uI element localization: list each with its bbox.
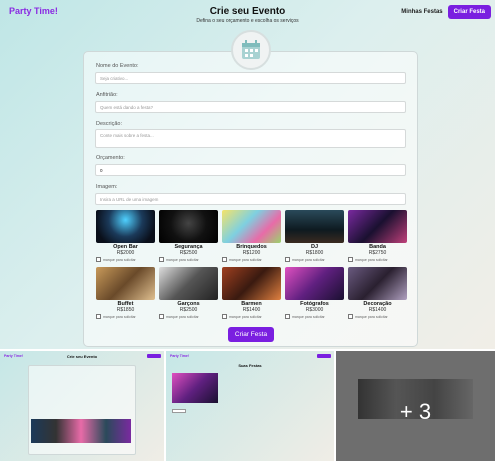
- event-name-label: Nome do Evento:: [96, 63, 139, 69]
- service-checkbox[interactable]: [222, 314, 227, 319]
- mini-nav-button: [317, 354, 331, 358]
- image-url-input[interactable]: Insira a URL de uma imagem: [95, 193, 406, 205]
- checkbox-label: marque para solicitar: [166, 257, 199, 262]
- service-image: [159, 210, 218, 243]
- mini-button: [172, 409, 186, 413]
- main-screenshot: Party Time! Crie seu Evento Defina o seu…: [0, 0, 495, 349]
- budget-input[interactable]: 0: [95, 164, 406, 176]
- service-checkbox-row: marque para solicitar: [285, 314, 344, 319]
- service-price: R$1400: [242, 307, 261, 313]
- checkbox-label: marque para solicitar: [229, 314, 262, 319]
- service-checkbox[interactable]: [348, 314, 353, 319]
- thumbnail-2[interactable]: Party Time! Suas Festas: [166, 351, 334, 461]
- mini-party-image: [172, 373, 218, 403]
- service-checkbox-row: marque para solicitar: [348, 314, 407, 319]
- description-textarea[interactable]: Conte mais sobre a festa...: [95, 129, 406, 148]
- host-input[interactable]: Quem está dando a festa?: [95, 101, 406, 113]
- mini-title: Suas Festas: [238, 363, 262, 368]
- service-card-buffet: Buffet R$1850 marque para solicitar: [96, 267, 155, 319]
- mini-title: Crie seu Evento: [66, 354, 98, 359]
- service-price: R$1800: [305, 250, 324, 256]
- checkbox-label: marque para solicitar: [166, 314, 199, 319]
- create-party-button[interactable]: Criar Festa: [228, 327, 274, 342]
- service-checkbox-row: marque para solicitar: [96, 257, 155, 262]
- service-card-brinquedos: Brinquedos R$1200 marque para solicitar: [222, 210, 281, 262]
- service-card-barmen: Barmen R$1400 marque para solicitar: [222, 267, 281, 319]
- checkbox-label: marque para solicitar: [103, 257, 136, 262]
- service-image: [222, 267, 281, 300]
- service-price: R$1850: [116, 307, 135, 313]
- checkbox-label: marque para solicitar: [103, 314, 136, 319]
- service-image: [348, 267, 407, 300]
- service-card-decoracao: Decoração R$1400 marque para solicitar: [348, 267, 407, 319]
- service-price: R$1200: [242, 250, 261, 256]
- checkbox-label: marque para solicitar: [229, 257, 262, 262]
- host-label: Anfitrião:: [96, 92, 118, 98]
- service-checkbox-row: marque para solicitar: [159, 257, 218, 262]
- thumbnail-more[interactable]: + 3: [336, 351, 495, 461]
- service-checkbox[interactable]: [285, 257, 290, 262]
- service-checkbox[interactable]: [285, 314, 290, 319]
- service-price: R$2500: [179, 307, 198, 313]
- service-price: R$3000: [305, 307, 324, 313]
- checkbox-label: marque para solicitar: [292, 314, 325, 319]
- service-checkbox[interactable]: [348, 257, 353, 262]
- service-card-open-bar: Open Bar R$2000 marque para solicitar: [96, 210, 155, 262]
- budget-label: Orçamento:: [96, 155, 125, 161]
- checkbox-label: marque para solicitar: [292, 257, 325, 262]
- top-nav: Minhas Festas Criar Festa: [401, 5, 491, 19]
- service-image: [348, 210, 407, 243]
- service-checkbox-row: marque para solicitar: [96, 314, 155, 319]
- service-checkbox[interactable]: [159, 314, 164, 319]
- service-checkbox-row: marque para solicitar: [285, 257, 344, 262]
- calendar-icon: [231, 30, 271, 70]
- service-image: [222, 210, 281, 243]
- thumbnail-1[interactable]: Party Time! Crie seu Evento: [0, 351, 164, 461]
- mini-nav-button: [147, 354, 161, 358]
- service-image: [159, 267, 218, 300]
- service-card-banda: Banda R$2750 marque para solicitar: [348, 210, 407, 262]
- service-price: R$2000: [116, 250, 135, 256]
- image-label: Imagem:: [96, 184, 118, 190]
- service-card-garcons: Garçons R$2500 marque para solicitar: [159, 267, 218, 319]
- service-price: R$1400: [368, 307, 387, 313]
- service-card-dj: DJ R$1800 marque para solicitar: [285, 210, 344, 262]
- service-checkbox[interactable]: [96, 257, 101, 262]
- create-party-nav-button[interactable]: Criar Festa: [447, 5, 491, 19]
- mini-brand: Party Time!: [170, 354, 189, 358]
- service-image: [285, 267, 344, 300]
- more-count: + 3: [399, 399, 432, 424]
- service-checkbox[interactable]: [159, 257, 164, 262]
- description-label: Descrição:: [96, 121, 122, 127]
- service-checkbox[interactable]: [222, 257, 227, 262]
- mini-services: [31, 419, 131, 443]
- my-parties-link[interactable]: Minhas Festas: [401, 9, 442, 15]
- service-card-fotografos: Fotógrafos R$3000 marque para solicitar: [285, 267, 344, 319]
- service-checkbox-row: marque para solicitar: [348, 257, 407, 262]
- service-checkbox[interactable]: [96, 314, 101, 319]
- service-image: [96, 267, 155, 300]
- service-checkbox-row: marque para solicitar: [222, 314, 281, 319]
- thumbnail-strip: Party Time! Crie seu Evento Party Time! …: [0, 349, 495, 461]
- event-name-input[interactable]: Seja criativo...: [95, 72, 406, 84]
- checkbox-label: marque para solicitar: [355, 314, 388, 319]
- service-image: [96, 210, 155, 243]
- service-price: R$2500: [179, 250, 198, 256]
- checkbox-label: marque para solicitar: [355, 257, 388, 262]
- service-checkbox-row: marque para solicitar: [222, 257, 281, 262]
- service-card-seguranca: Segurança R$2500 marque para solicitar: [159, 210, 218, 262]
- service-image: [285, 210, 344, 243]
- service-checkbox-row: marque para solicitar: [159, 314, 218, 319]
- service-price: R$2750: [368, 250, 387, 256]
